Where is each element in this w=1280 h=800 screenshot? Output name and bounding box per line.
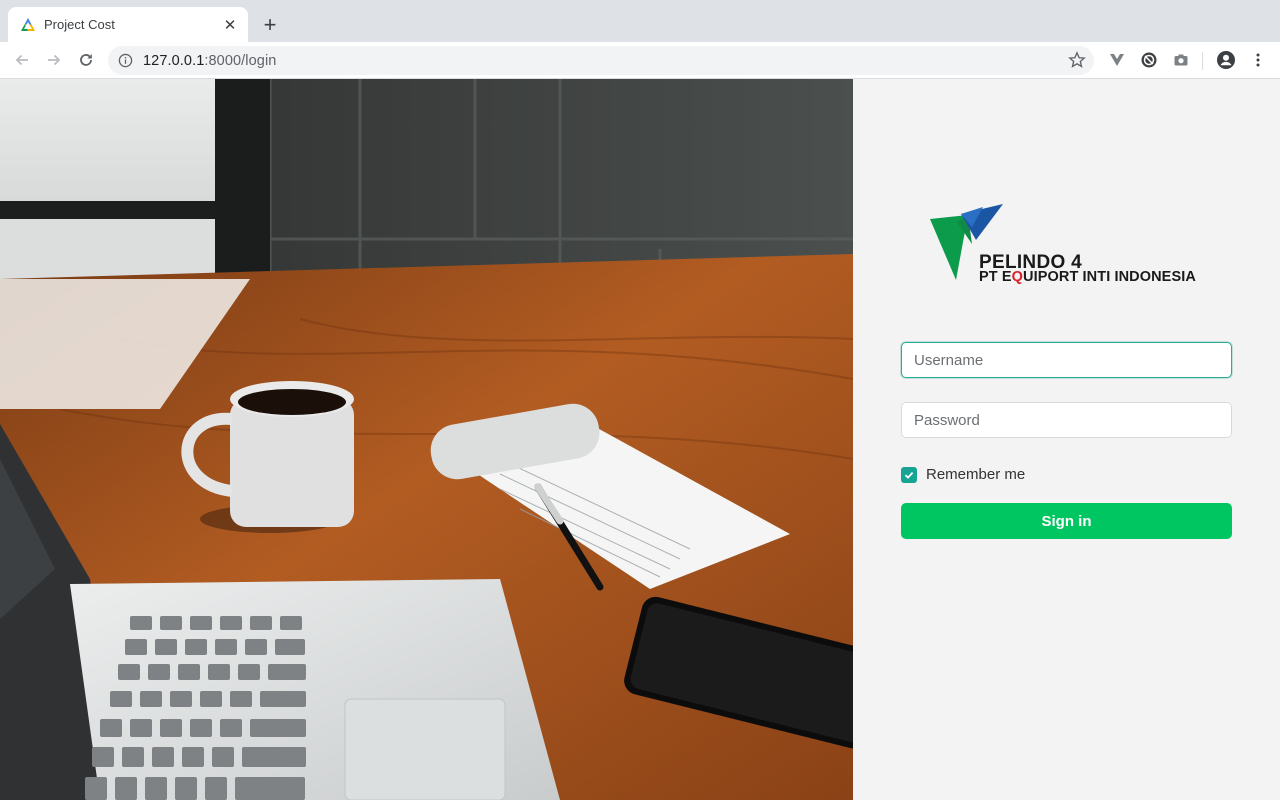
browser-toolbar: 127.0.0.1:8000/login bbox=[0, 42, 1280, 79]
hero-image bbox=[0, 79, 853, 800]
logo-subtitle: PT EQUIPORT INTI INDONESIA bbox=[979, 269, 1196, 285]
browser-tabstrip: Project Cost ✕ + bbox=[0, 0, 1280, 42]
username-input[interactable] bbox=[901, 342, 1232, 378]
remember-me-label: Remember me bbox=[926, 466, 1026, 483]
close-icon[interactable]: ✕ bbox=[222, 17, 238, 34]
reload-icon[interactable] bbox=[74, 48, 98, 72]
kebab-menu-icon[interactable] bbox=[1246, 48, 1270, 72]
back-arrow-icon[interactable] bbox=[10, 48, 34, 72]
login-page: PELINDO 4 PT EQUIPORT INTI INDONESIA Rem… bbox=[0, 79, 1280, 800]
password-input[interactable] bbox=[901, 402, 1232, 438]
pelindo-logo: PELINDO 4 PT EQUIPORT INTI INDONESIA bbox=[928, 202, 1218, 288]
forward-arrow-icon[interactable] bbox=[42, 48, 66, 72]
plus-icon[interactable]: + bbox=[258, 12, 282, 37]
address-bar[interactable]: 127.0.0.1:8000/login bbox=[108, 46, 1094, 75]
checkmark-icon[interactable] bbox=[901, 466, 917, 483]
browser-tab[interactable]: Project Cost ✕ bbox=[8, 7, 248, 42]
account-icon[interactable] bbox=[1214, 48, 1238, 72]
toolbar-divider bbox=[1202, 52, 1203, 70]
sign-in-button[interactable]: Sign in bbox=[901, 503, 1232, 539]
remember-me-checkbox[interactable]: Remember me bbox=[901, 466, 1025, 483]
tab-title: Project Cost bbox=[44, 17, 115, 32]
camera-icon[interactable] bbox=[1169, 48, 1193, 72]
info-icon[interactable] bbox=[118, 53, 133, 68]
url-text: 127.0.0.1:8000/login bbox=[143, 52, 277, 69]
star-icon[interactable] bbox=[1068, 51, 1086, 69]
login-panel: PELINDO 4 PT EQUIPORT INTI INDONESIA Rem… bbox=[853, 79, 1280, 800]
vue-devtools-icon[interactable] bbox=[1105, 48, 1129, 72]
shield-icon[interactable] bbox=[1137, 48, 1161, 72]
triangle-logo-icon bbox=[21, 17, 35, 31]
